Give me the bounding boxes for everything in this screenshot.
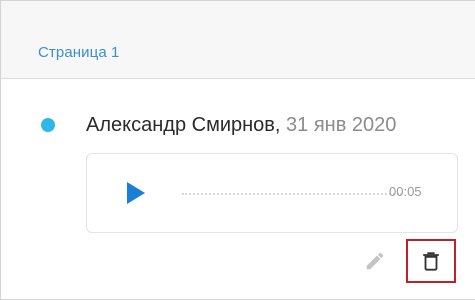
notes-panel: Страница 1 Александр Смирнов, 31 янв 202…	[0, 0, 475, 300]
page-title[interactable]: Страница 1	[38, 44, 120, 61]
page-header: Страница 1	[1, 1, 475, 79]
entry-date: 31 янв 2020	[286, 114, 397, 136]
status-dot	[41, 118, 55, 132]
entry-author: Александр Смирнов,	[86, 114, 281, 136]
audio-player[interactable]: 00:05	[86, 153, 458, 233]
pencil-icon[interactable]	[364, 250, 386, 272]
play-icon[interactable]	[127, 182, 145, 204]
audio-waveform[interactable]	[182, 193, 402, 195]
entry-header: Александр Смирнов, 31 янв 2020	[86, 114, 396, 137]
audio-duration: 00:05	[389, 184, 422, 199]
trash-icon[interactable]	[420, 249, 442, 273]
